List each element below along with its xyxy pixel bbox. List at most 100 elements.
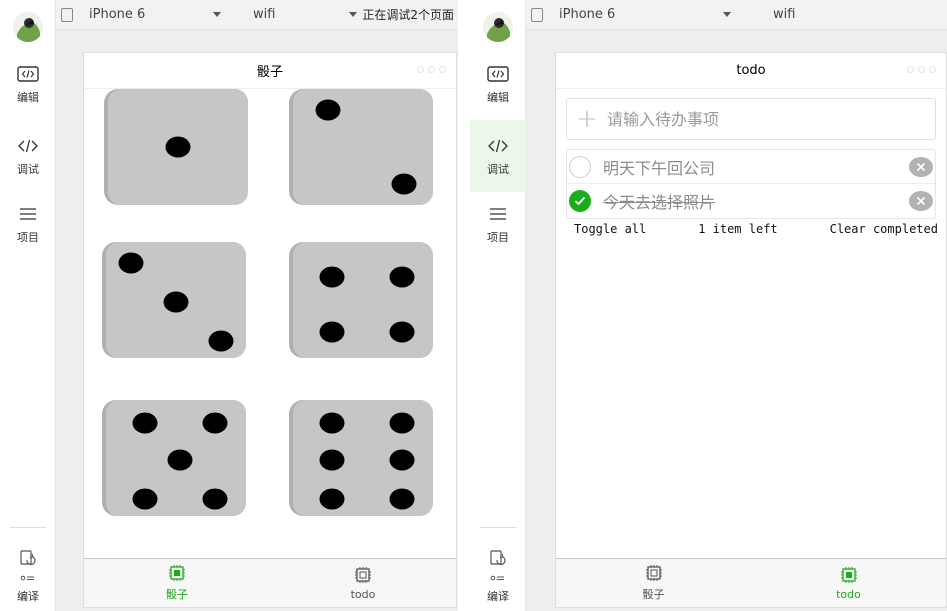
chevron-down-icon [349,12,357,17]
network-select[interactable]: wifi [773,7,795,22]
todo-text[interactable]: 今天去选择照片 [603,189,909,213]
sidebar-item-label: 编辑 [487,90,509,104]
network-select-value: wifi [773,7,796,22]
toggle-device-checkbox[interactable] [531,7,543,22]
tab-label: 骰子 [166,588,188,601]
die-face [106,400,246,516]
todo-text[interactable]: 明天下午回公司 [603,155,909,179]
compile-icon [490,550,506,581]
simulator-area: 骰子 骰子 todo [56,30,458,611]
phone-screen: todo + 明天下午回公司 今 [555,52,947,608]
tab-label: todo [350,587,376,601]
menu-capsule-icon[interactable] [417,66,446,73]
die-pip [132,488,158,510]
close-icon [916,196,926,206]
die-pip [202,412,228,434]
chevron-down-icon [213,12,221,17]
network-select[interactable]: wifi [253,7,357,22]
left-devtools-window: 编辑 调试 项目 编译 iPhone 6 wifi 正在调试2个页面 骰子 骰子… [0,0,458,611]
die-pip [132,412,158,434]
sidebar-item-debug[interactable]: 调试 [0,120,56,192]
die-3[interactable] [102,242,246,358]
delete-todo-button[interactable] [909,156,933,177]
sidebar-item-edit[interactable]: 编辑 [0,48,56,120]
sidebar-item-edit[interactable]: 编辑 [470,48,526,120]
die-face [293,242,433,358]
die-pip [165,136,191,158]
toolbar: iPhone 6 wifi [526,0,947,30]
avatar[interactable] [483,12,513,42]
tab-dice[interactable]: 骰子 [84,559,270,607]
die-pip [163,291,189,313]
sidebar-item-label: 项目 [17,230,39,244]
check-icon [574,196,586,206]
clear-completed-button[interactable]: Clear completed [830,222,938,236]
chip-icon [645,565,662,581]
device-select-value: iPhone 6 [89,7,146,22]
delete-todo-button[interactable] [909,191,933,211]
avatar[interactable] [13,12,43,42]
die-face [106,242,246,358]
sidebar-item-debug[interactable]: 调试 [470,120,526,192]
chip-icon [840,566,857,583]
die-2[interactable] [289,89,433,205]
network-select-value: wifi [253,7,276,22]
die-pip [389,266,415,288]
die-pip [389,449,415,471]
toggle-device-checkbox[interactable] [61,7,73,22]
new-todo-field[interactable]: + [566,98,936,140]
chip-icon [169,565,185,581]
die-pip [118,252,144,274]
new-todo-input[interactable] [607,109,935,129]
page-title: todo [736,63,766,78]
die-pip [202,488,228,510]
tab-todo[interactable]: todo [270,559,456,607]
todo-checkbox-checked[interactable] [569,190,591,212]
items-left-count: 1 item left [698,222,778,236]
page-title: 骰子 [256,65,283,80]
tab-label: 骰子 [642,588,665,601]
close-icon [916,162,926,171]
todo-checkbox-unchecked[interactable] [569,155,591,178]
list-icon [18,204,38,224]
todo-list: 明天下午回公司 今天去选择照片 [566,149,936,219]
die-pip [319,321,345,343]
die-pip [319,266,345,288]
debug-status-text: 正在调试2个页面 [362,8,454,22]
die-pip [208,330,234,352]
die-pip [315,99,341,121]
navigation-bar: 骰子 [84,53,456,89]
die-pip [319,488,345,510]
die-1[interactable] [104,89,248,205]
compile-button[interactable]: 编译 [0,548,56,611]
sidebar: 编辑 调试 项目 编译 [470,0,526,611]
compile-icon [20,550,36,581]
toolbar: iPhone 6 wifi 正在调试2个页面 [56,0,458,30]
device-select-value: iPhone 6 [559,7,616,22]
die-6[interactable] [289,400,433,516]
tab-dice[interactable]: 骰子 [556,559,751,607]
die-pip [319,412,345,434]
list-icon [488,204,508,224]
sidebar-item-project[interactable]: 项目 [470,188,526,260]
toggle-all-button[interactable]: Toggle all [574,222,646,236]
die-face [108,89,248,205]
sidebar-item-label: 调试 [487,162,509,176]
menu-capsule-icon[interactable] [907,66,936,73]
die-pip [389,488,415,510]
phone-screen: 骰子 骰子 todo [83,52,457,608]
code-brackets-icon [17,136,39,156]
die-pip [391,173,417,195]
sidebar-divider [480,527,516,528]
chevron-down-icon [723,12,731,17]
device-select[interactable]: iPhone 6 [559,7,735,22]
sidebar-item-label: 项目 [487,230,509,244]
die-5[interactable] [102,400,246,516]
tab-todo[interactable]: todo [751,559,946,607]
device-select[interactable]: iPhone 6 [89,7,225,22]
compile-label: 编译 [487,590,509,603]
sidebar-item-project[interactable]: 项目 [0,188,56,260]
compile-button[interactable]: 编译 [470,548,526,611]
plus-icon: + [576,104,598,134]
die-4[interactable] [289,242,433,358]
